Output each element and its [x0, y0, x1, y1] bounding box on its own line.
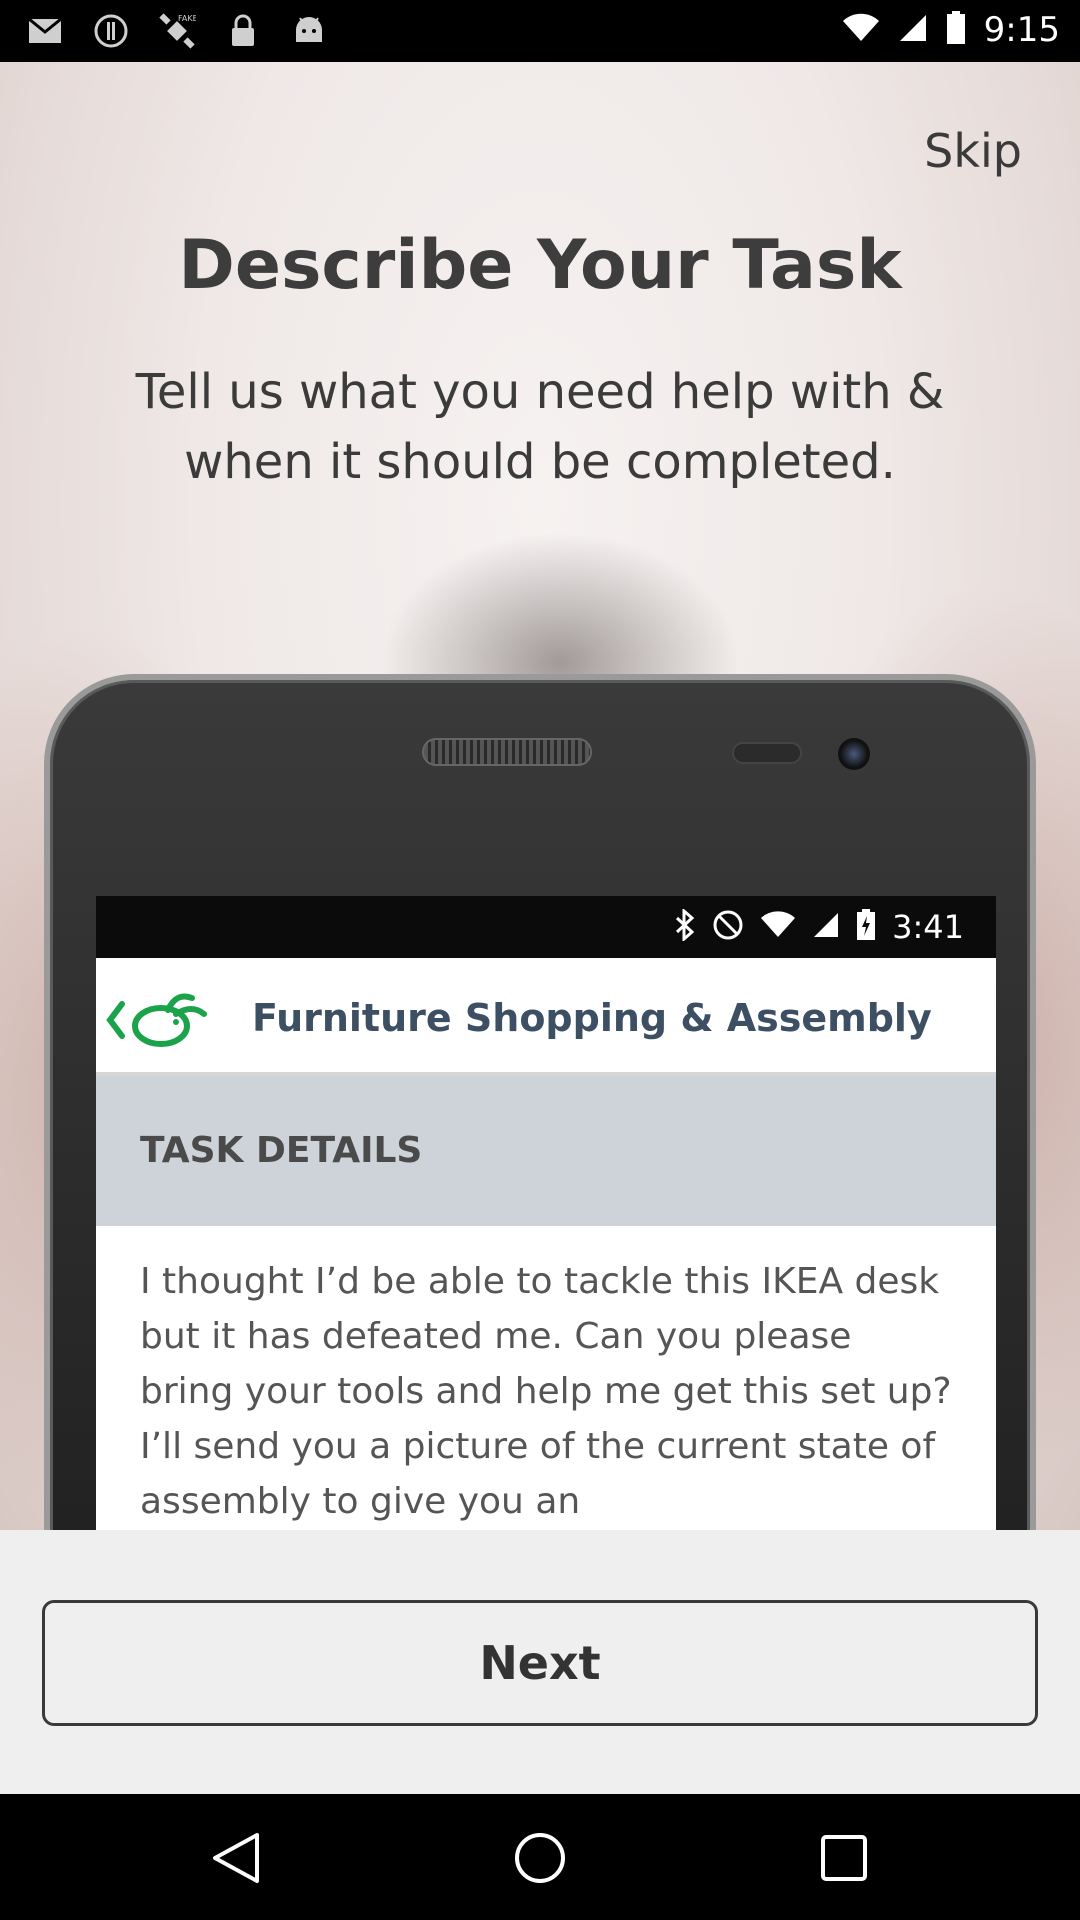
android-icon [290, 12, 328, 50]
status-time: 9:15 [983, 10, 1060, 50]
lock-icon [224, 12, 262, 50]
circle-pause-icon [92, 12, 130, 50]
preview-screen-title: Furniture Shopping & Assembly [252, 996, 932, 1040]
preview-app-header: Furniture Shopping & Assembly [96, 958, 996, 1076]
preview-section-label: TASK DETAILS [140, 1130, 423, 1171]
phone-speaker [422, 738, 592, 766]
skip-button[interactable]: Skip [924, 124, 1022, 178]
phone-screen: 3:41 Furniture Shopping & Assembly TASK … [96, 896, 996, 1530]
page-title: Describe Your Task [178, 226, 902, 305]
phone-camera [838, 738, 870, 770]
svg-text:FAKE: FAKE [178, 14, 196, 23]
phone-illustration: 3:41 Furniture Shopping & Assembly TASK … [44, 674, 1036, 1530]
status-bar: FAKE 9:15 [0, 0, 1080, 62]
page-subtitle: Tell us what you need help with & when i… [135, 364, 945, 490]
fake-gps-icon: FAKE [158, 12, 196, 50]
signal-icon [898, 13, 928, 47]
back-logo-icon [106, 990, 216, 1050]
system-icons: 9:15 [842, 10, 1060, 50]
notification-icons: FAKE [26, 12, 328, 50]
phone-sensor [732, 742, 802, 764]
navigation-bar [0, 1794, 1080, 1920]
preview-status-icons: 3:41 [674, 907, 964, 946]
footer: Next [0, 1530, 1080, 1794]
bluetooth-icon [674, 907, 696, 945]
onboarding-page: Skip Describe Your Task Tell us what you… [0, 62, 1080, 1530]
preview-section-header: TASK DETAILS [96, 1076, 996, 1226]
next-button[interactable]: Next [42, 1600, 1038, 1726]
wifi-icon [760, 911, 796, 943]
preview-status-time: 3:41 [892, 908, 964, 946]
signal-icon [812, 911, 840, 943]
do-not-disturb-icon [712, 909, 744, 945]
preview-task-text: I thought I’d be able to tackle this IKE… [140, 1261, 952, 1522]
wifi-icon [842, 13, 880, 47]
preview-status-bar: 3:41 [96, 896, 996, 958]
back-nav-icon[interactable] [208, 1830, 264, 1886]
recents-nav-icon[interactable] [816, 1830, 872, 1886]
battery-icon [946, 11, 966, 49]
battery-charging-icon [856, 909, 876, 945]
home-nav-icon[interactable] [512, 1830, 568, 1886]
mail-icon [26, 12, 64, 50]
